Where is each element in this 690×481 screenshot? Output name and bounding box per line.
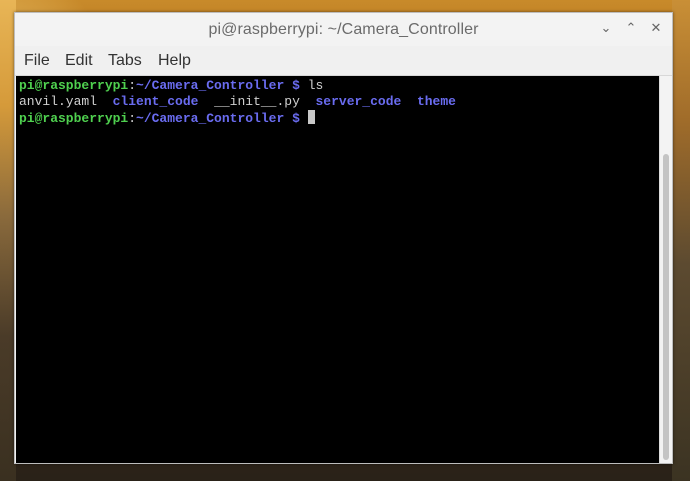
prompt-user: pi@raspberrypi bbox=[19, 78, 129, 93]
vertical-scrollbar[interactable] bbox=[659, 76, 672, 463]
listing-entry-dir: server_code bbox=[315, 94, 402, 109]
prompt-dollar: $ bbox=[292, 78, 300, 93]
listing-entry-dir: client_code bbox=[112, 94, 199, 109]
terminal-window: pi@raspberrypi: ~/Camera_Controller ⌄ ⌃ … bbox=[14, 12, 673, 464]
listing-entry-file: __init__.py bbox=[214, 94, 300, 109]
scrollbar-thumb[interactable] bbox=[663, 154, 669, 460]
menu-file[interactable]: File bbox=[24, 52, 50, 70]
listing-entry-dir: theme bbox=[416, 94, 456, 109]
prompt-path: ~/Camera_Controller bbox=[136, 111, 285, 126]
prompt-colon: : bbox=[128, 78, 137, 93]
prompt-colon: : bbox=[128, 111, 137, 126]
menu-help[interactable]: Help bbox=[158, 52, 191, 70]
prompt-path: ~/Camera_Controller bbox=[136, 78, 285, 93]
terminal-output[interactable]: pi@raspberrypi:~/Camera_Controller $ ls … bbox=[16, 76, 659, 463]
terminal-line-2: anvil.yaml client_code __init__.py serve… bbox=[19, 94, 456, 110]
menu-tabs[interactable]: Tabs bbox=[108, 52, 142, 70]
window-title: pi@raspberrypi: ~/Camera_Controller bbox=[208, 21, 479, 38]
command-text: ls bbox=[307, 78, 324, 93]
prompt-user: pi@raspberrypi bbox=[19, 111, 129, 126]
prompt-dollar: $ bbox=[292, 111, 300, 126]
listing-entry-file: anvil.yaml bbox=[19, 94, 98, 109]
desktop-wallpaper-right bbox=[672, 0, 690, 481]
text-cursor bbox=[307, 110, 315, 124]
close-icon[interactable]: ✕ bbox=[646, 19, 666, 39]
title-bar[interactable]: pi@raspberrypi: ~/Camera_Controller ⌄ ⌃ … bbox=[15, 13, 672, 46]
terminal-line-1: pi@raspberrypi:~/Camera_Controller $ ls bbox=[19, 78, 323, 94]
chevron-down-icon[interactable]: ⌄ bbox=[596, 19, 616, 39]
chevron-up-icon[interactable]: ⌃ bbox=[621, 19, 641, 39]
menu-edit[interactable]: Edit bbox=[65, 52, 93, 70]
terminal-line-3: pi@raspberrypi:~/Camera_Controller $ bbox=[19, 110, 315, 127]
menu-bar: File Edit Tabs Help bbox=[15, 46, 672, 76]
